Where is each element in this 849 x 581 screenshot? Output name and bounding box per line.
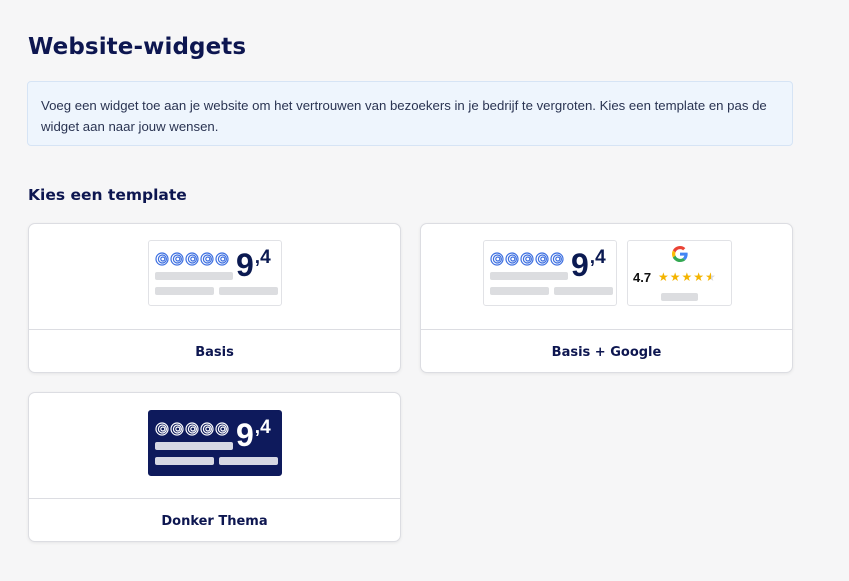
swirl-rating-icon bbox=[535, 252, 549, 266]
google-widget-preview: 4.7 ★ ★ ★ ★ ★ bbox=[627, 240, 732, 306]
placeholder-bar bbox=[155, 457, 214, 465]
swirl-rating-icon bbox=[215, 252, 229, 266]
info-text: Voeg een widget toe aan je website om he… bbox=[41, 98, 767, 134]
swirl-rating-icon bbox=[505, 252, 519, 266]
placeholder-bar bbox=[219, 457, 278, 465]
template-label: Donker Thema bbox=[161, 513, 268, 529]
template-card-basis-google[interactable]: 9,4 4.7 ★ ★ ★ ★ ★ Basis + Google bbox=[420, 223, 793, 373]
star-icon: ★ bbox=[681, 270, 693, 284]
swirl-rating-icons bbox=[155, 422, 229, 436]
placeholder-bar bbox=[490, 272, 568, 280]
placeholder-bar bbox=[219, 287, 278, 295]
swirl-rating-icon bbox=[215, 422, 229, 436]
template-label: Basis + Google bbox=[551, 344, 662, 360]
page-title: Website-widgets bbox=[28, 34, 247, 60]
placeholder-bar bbox=[661, 293, 698, 301]
template-card-donker-thema[interactable]: 9,4 Donker Thema bbox=[28, 392, 401, 542]
star-icon: ★ bbox=[658, 270, 669, 284]
swirl-rating-icons bbox=[490, 252, 564, 266]
swirl-rating-icons bbox=[155, 252, 229, 266]
template-card-basis[interactable]: 9,4 Basis bbox=[28, 223, 401, 373]
placeholder-bar bbox=[490, 287, 549, 295]
google-logo-icon bbox=[672, 246, 688, 262]
swirl-rating-icon bbox=[185, 252, 199, 266]
placeholder-bar bbox=[155, 272, 233, 280]
swirl-rating-icon bbox=[200, 252, 214, 266]
star-icon: ★ bbox=[693, 270, 705, 284]
score: 9,4 bbox=[571, 247, 606, 283]
placeholder-bar bbox=[554, 287, 613, 295]
widget-preview-dark: 9,4 bbox=[148, 410, 282, 476]
swirl-rating-icon bbox=[490, 252, 504, 266]
placeholder-bar bbox=[155, 287, 214, 295]
info-box: Voeg een widget toe aan je website om he… bbox=[27, 81, 793, 146]
score: 9,4 bbox=[236, 247, 271, 283]
star-icon: ★ bbox=[669, 270, 681, 284]
swirl-rating-icon bbox=[170, 422, 184, 436]
swirl-rating-icon bbox=[155, 252, 169, 266]
score: 9,4 bbox=[236, 417, 271, 453]
swirl-rating-icon bbox=[520, 252, 534, 266]
swirl-rating-icon bbox=[550, 252, 564, 266]
widget-preview: 9,4 bbox=[148, 240, 282, 306]
widget-preview: 9,4 bbox=[483, 240, 617, 306]
section-title: Kies een template bbox=[28, 186, 187, 204]
star-half-icon: ★ bbox=[705, 270, 716, 284]
swirl-rating-icon bbox=[185, 422, 199, 436]
swirl-rating-icon bbox=[155, 422, 169, 436]
swirl-rating-icon bbox=[200, 422, 214, 436]
swirl-rating-icon bbox=[170, 252, 184, 266]
template-label: Basis bbox=[195, 344, 234, 360]
placeholder-bar bbox=[155, 442, 233, 450]
google-rating-value: 4.7 bbox=[633, 270, 652, 285]
google-stars: ★ ★ ★ ★ ★ bbox=[658, 270, 716, 284]
